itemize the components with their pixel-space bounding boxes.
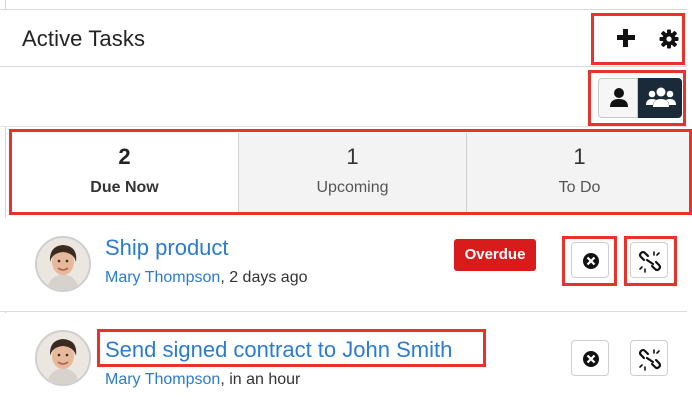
unlink-button-highlight: [624, 236, 677, 286]
dashlet-title: Active Tasks: [22, 26, 146, 51]
unlink-task-button[interactable]: [630, 340, 668, 376]
task-time: , 2 days ago: [220, 269, 308, 286]
dashlet-toolbar: [0, 67, 687, 127]
task-meta: Mary Thompson, in an hour: [105, 371, 300, 389]
task-time: , in an hour: [220, 371, 301, 388]
task-meta: Mary Thompson, 2 days ago: [105, 269, 307, 287]
close-task-button[interactable]: [571, 340, 609, 376]
unlink-icon: [638, 348, 662, 371]
task-name-link[interactable]: Ship product: [105, 235, 229, 261]
avatar: [35, 236, 91, 292]
view-toggle-highlight: [588, 70, 686, 126]
dashlet-header: Active Tasks: [0, 9, 687, 67]
close-button-highlight: [562, 236, 617, 286]
overdue-badge: Overdue: [454, 239, 536, 271]
assignee-link[interactable]: Mary Thompson: [105, 269, 220, 286]
assignee-link[interactable]: Mary Thompson: [105, 371, 220, 388]
close-icon: [583, 351, 599, 367]
avatar: [35, 330, 91, 386]
task-name-highlight: [97, 329, 486, 367]
tabs-highlight: [9, 129, 692, 215]
header-actions-highlight: [591, 13, 685, 65]
